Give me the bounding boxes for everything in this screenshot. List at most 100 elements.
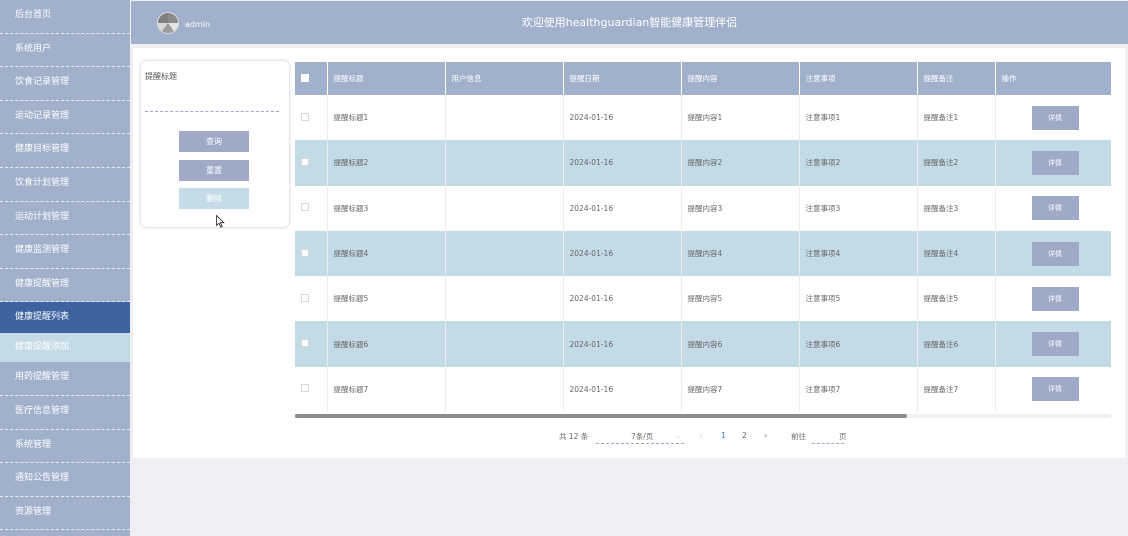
sidebar-item-exercise-records[interactable]: 运动记录管理 [0, 101, 130, 135]
table-cell: 2024-01-16 [563, 230, 682, 277]
sidebar-item-diet-plans[interactable]: 饮食计划管理 [0, 168, 130, 202]
search-label: 提醒标题 [145, 72, 177, 81]
table-header-row: 提醒标题 用户信息 提醒日期 提醒内容 注意事项 提醒备注 操作 [295, 62, 1111, 95]
sidebar-item-medical-info[interactable]: 医疗信息管理 [0, 396, 130, 430]
sidebar-item-health-goals[interactable]: 健康目标管理 [0, 134, 130, 168]
table-row: 提醒标题5 2024-01-16 提醒内容5 注意事项5 提醒备注5 详情 [295, 276, 1111, 322]
row-select-cell [295, 276, 328, 322]
action-cell: 详情 [995, 185, 1111, 231]
sidebar-item-diet-records[interactable]: 饮食记录管理 [0, 67, 130, 101]
table-row: 提醒标题7 2024-01-16 提醒内容7 注意事项7 提醒备注7 详情 [295, 366, 1111, 413]
scrollbar-thumb[interactable] [295, 414, 907, 418]
table-row: 提醒标题6 2024-01-16 提醒内容6 注意事项6 提醒备注6 详情 [295, 321, 1111, 367]
detail-button[interactable]: 详情 [1031, 196, 1079, 221]
table-row: 提醒标题3 2024-01-16 提醒内容3 注意事项3 提醒备注3 详情 [295, 185, 1111, 231]
page-title: 欢迎使用healthguardian智能健康管理伴侣 [521, 16, 738, 29]
mouse-cursor-icon [216, 214, 225, 230]
action-cell: 详情 [995, 366, 1111, 413]
table-cell: 提醒备注1 [917, 95, 996, 141]
table-cell: 提醒内容7 [681, 366, 800, 413]
table-cell: 注意事项6 [799, 321, 918, 367]
horizontal-scrollbar[interactable] [295, 414, 1111, 418]
table-row: 提醒标题4 2024-01-16 提醒内容4 注意事项4 提醒备注4 详情 [295, 230, 1111, 277]
page-size-select[interactable]: 7条/页 ⌄ [596, 431, 684, 444]
column-header: 提醒备注 [917, 62, 996, 95]
row-select-cell [295, 185, 328, 231]
table-cell: 提醒标题5 [327, 276, 446, 322]
goto-prefix: 前往 [791, 432, 806, 441]
sidebar-item-health-monitoring[interactable]: 健康监测管理 [0, 235, 130, 269]
table-cell: 提醒内容6 [681, 321, 800, 367]
row-select-cell [295, 140, 328, 186]
action-cell: 详情 [995, 230, 1111, 277]
sidebar-item-resources[interactable]: 资源管理 [0, 497, 130, 531]
table-cell: 2024-01-16 [563, 276, 682, 322]
data-table: 提醒标题 用户信息 提醒日期 提醒内容 注意事项 提醒备注 操作 提醒标题1 20… [295, 62, 1111, 418]
sidebar-item-reminder-list[interactable]: 健康提醒列表 [0, 302, 130, 334]
next-page-button[interactable]: › [764, 431, 767, 440]
row-checkbox[interactable] [301, 112, 309, 121]
row-checkbox[interactable] [301, 157, 309, 166]
sidebar-item-system-management[interactable]: 系统管理 [0, 430, 130, 464]
table-cell: 提醒标题6 [327, 321, 446, 367]
goto-suffix: 页 [839, 432, 847, 441]
total-count: 共 12 条 [559, 432, 589, 441]
table-cell [445, 366, 564, 413]
table-cell: 提醒标题4 [327, 230, 446, 277]
row-checkbox[interactable] [301, 203, 309, 212]
search-input[interactable] [145, 101, 279, 112]
table-cell: 提醒内容4 [681, 230, 800, 277]
table-cell [445, 321, 564, 367]
detail-button[interactable]: 详情 [1031, 150, 1079, 175]
table-cell: 提醒标题3 [327, 185, 446, 231]
table-cell: 提醒内容3 [681, 185, 800, 231]
column-header: 注意事项 [799, 62, 918, 95]
table-cell: 提醒标题7 [327, 366, 446, 413]
row-select-cell [295, 366, 328, 413]
sidebar-item-medication-reminders[interactable]: 用药提醒管理 [0, 362, 130, 396]
reset-button[interactable]: 重置 [179, 160, 249, 181]
delete-button[interactable]: 删除 [179, 188, 249, 209]
prev-page-button[interactable]: ‹ [699, 431, 702, 440]
sidebar: 后台首页 系统用户 饮食记录管理 运动记录管理 健康目标管理 饮食计划管理 运动… [0, 0, 130, 536]
row-select-cell [295, 230, 328, 277]
sidebar-item-home[interactable]: 后台首页 [0, 0, 130, 34]
row-checkbox[interactable] [301, 339, 309, 348]
table-row: 提醒标题2 2024-01-16 提醒内容2 注意事项2 提醒备注2 详情 [295, 140, 1111, 186]
detail-button[interactable]: 详情 [1031, 286, 1079, 311]
row-checkbox[interactable] [301, 384, 309, 393]
row-select-cell [295, 95, 328, 141]
sidebar-item-system-users[interactable]: 系统用户 [0, 34, 130, 68]
action-cell: 详情 [995, 140, 1111, 186]
search-panel: 提醒标题 查询 重置 删除 [141, 61, 289, 230]
row-checkbox[interactable] [301, 293, 309, 302]
sidebar-item-exercise-plans[interactable]: 运动计划管理 [0, 202, 130, 236]
table-cell: 2024-01-16 [563, 185, 682, 231]
sidebar-item-reminder-add[interactable]: 健康提醒添加 [0, 333, 130, 363]
select-all-checkbox[interactable] [301, 73, 309, 82]
action-cell: 详情 [995, 95, 1111, 141]
column-header: 提醒标题 [327, 62, 446, 95]
detail-button[interactable]: 详情 [1031, 241, 1079, 266]
detail-button[interactable]: 详情 [1031, 105, 1079, 130]
table-cell: 注意事项5 [799, 276, 918, 322]
top-header: admin 欢迎使用healthguardian智能健康管理伴侣 [131, 1, 1128, 44]
action-cell: 详情 [995, 321, 1111, 367]
detail-button[interactable]: 详情 [1031, 332, 1079, 357]
detail-button[interactable]: 详情 [1031, 377, 1079, 402]
page-2-button[interactable]: 2 [742, 431, 747, 440]
table-cell: 提醒备注2 [917, 140, 996, 186]
table-cell [445, 140, 564, 186]
table-cell: 提醒备注6 [917, 321, 996, 367]
row-checkbox[interactable] [301, 248, 309, 257]
table-cell: 注意事项2 [799, 140, 918, 186]
sidebar-item-notices[interactable]: 通知公告管理 [0, 463, 130, 497]
query-button[interactable]: 查询 [179, 131, 249, 152]
table-row: 提醒标题1 2024-01-16 提醒内容1 注意事项1 提醒备注1 详情 [295, 95, 1111, 141]
table-cell: 注意事项1 [799, 95, 918, 141]
page-1-button[interactable]: 1 [721, 431, 726, 440]
column-header: 提醒日期 [563, 62, 682, 95]
table-cell: 注意事项3 [799, 185, 918, 231]
sidebar-item-health-reminders[interactable]: 健康提醒管理 [0, 269, 130, 303]
column-header: 提醒内容 [681, 62, 800, 95]
